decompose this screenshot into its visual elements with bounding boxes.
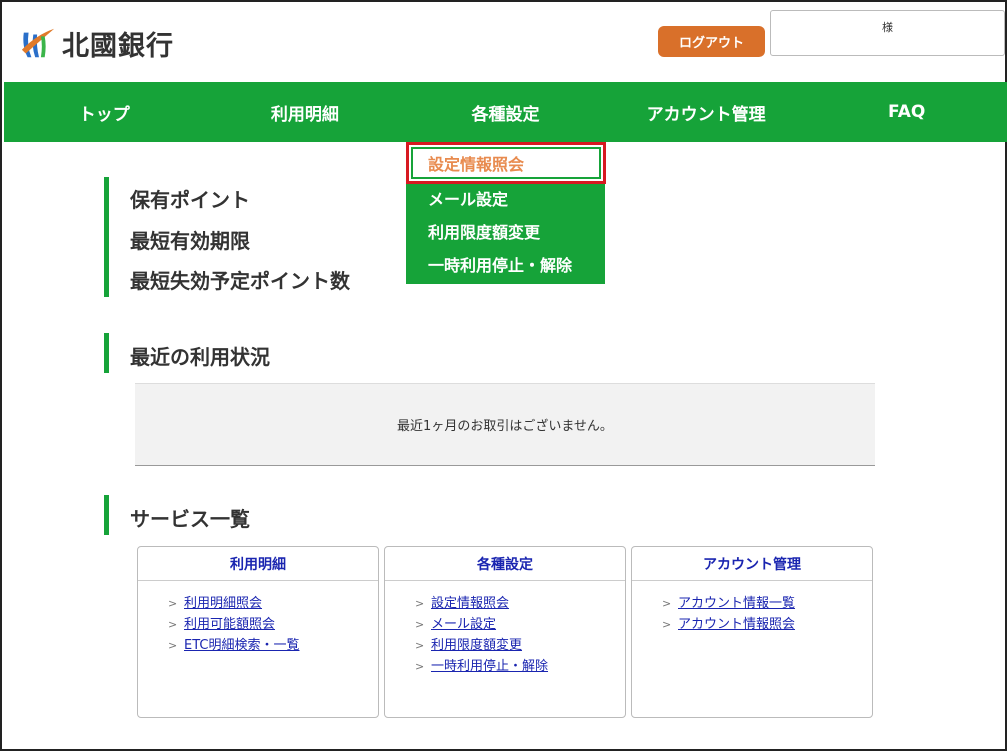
card-title: 利用明細 xyxy=(138,547,378,581)
chevron-right-icon: > xyxy=(415,618,425,631)
user-name-box: 様 xyxy=(770,10,1005,56)
chevron-right-icon: > xyxy=(662,597,672,610)
chevron-right-icon: > xyxy=(168,618,178,631)
nav-item-top[interactable]: トップ xyxy=(4,82,205,142)
dropdown-item-limit-change[interactable]: 利用限度額変更 xyxy=(406,215,605,247)
recent-usage-title: 最近の利用状況 xyxy=(130,345,270,369)
card-link-list: > 設定情報照会 > メール設定 > 利用限度額変更 > 一時利用停止・解除 xyxy=(385,581,625,677)
list-item: > アカウント情報照会 xyxy=(662,614,872,635)
card-link-list: > アカウント情報一覧 > アカウント情報照会 xyxy=(632,581,872,635)
link-settings-inquiry[interactable]: 設定情報照会 xyxy=(431,593,509,614)
chevron-right-icon: > xyxy=(168,639,178,652)
expiring-points-label: 最短失効予定ポイント数 xyxy=(130,269,350,293)
services-title: サービス一覧 xyxy=(130,507,250,531)
chevron-right-icon: > xyxy=(168,597,178,610)
recent-accent-bar xyxy=(104,333,109,373)
nav-item-settings[interactable]: 各種設定 xyxy=(405,82,606,142)
points-accent-bar xyxy=(104,177,109,297)
chevron-right-icon: > xyxy=(415,660,425,673)
dropdown-item-label: 利用限度額変更 xyxy=(428,223,541,242)
chevron-right-icon: > xyxy=(662,618,672,631)
link-account-inquiry[interactable]: アカウント情報照会 xyxy=(678,614,795,635)
service-card-settings: 各種設定 > 設定情報照会 > メール設定 > 利用限度額変更 > 一時利用停止・解除 xyxy=(384,546,626,718)
chevron-right-icon: > xyxy=(415,639,425,652)
link-account-list[interactable]: アカウント情報一覧 xyxy=(678,593,795,614)
list-item: > アカウント情報一覧 xyxy=(662,593,872,614)
held-points-label: 保有ポイント xyxy=(130,188,250,212)
list-item: > 利用明細照会 xyxy=(168,593,378,614)
dropdown-item-temporary-suspend[interactable]: 一時利用停止・解除 xyxy=(406,248,605,280)
earliest-expiry-label: 最短有効期限 xyxy=(130,229,250,253)
bank-logo[interactable]: 北國銀行 xyxy=(20,24,174,63)
page-frame: 北國銀行 ログアウト 様 トップ 利用明細 各種設定 アカウント管理 FAQ 保… xyxy=(0,0,1007,751)
dropdown-item-mail-settings[interactable]: メール設定 xyxy=(406,182,605,214)
card-title: 各種設定 xyxy=(385,547,625,581)
list-item: > 設定情報照会 xyxy=(415,593,625,614)
bank-logo-icon xyxy=(21,28,55,57)
link-etc-search[interactable]: ETC明細検索・一覧 xyxy=(184,635,299,656)
bank-name: 北國銀行 xyxy=(62,31,174,62)
dropdown-item-label: メール設定 xyxy=(428,190,509,209)
services-accent-bar xyxy=(104,495,109,535)
user-suffix: 様 xyxy=(882,21,893,34)
dropdown-item-label: 一時利用停止・解除 xyxy=(428,256,573,275)
link-statement-inquiry[interactable]: 利用明細照会 xyxy=(184,593,262,614)
link-temporary-suspend[interactable]: 一時利用停止・解除 xyxy=(431,656,548,677)
list-item: > 一時利用停止・解除 xyxy=(415,656,625,677)
nav-item-statements[interactable]: 利用明細 xyxy=(205,82,406,142)
nav-item-account[interactable]: アカウント管理 xyxy=(606,82,807,142)
chevron-right-icon: > xyxy=(415,597,425,610)
list-item: > ETC明細検索・一覧 xyxy=(168,635,378,656)
dropdown-item-label: 設定情報照会 xyxy=(428,155,525,174)
card-title: アカウント管理 xyxy=(632,547,872,581)
recent-usage-box: 最近1ヶ月のお取引はございません。 xyxy=(135,383,875,466)
list-item: > メール設定 xyxy=(415,614,625,635)
list-item: > 利用可能額照会 xyxy=(168,614,378,635)
settings-dropdown-menu: 設定情報照会 メール設定 利用限度額変更 一時利用停止・解除 xyxy=(406,142,606,284)
dropdown-item-settings-inquiry[interactable]: 設定情報照会 xyxy=(406,142,606,184)
link-limit-change[interactable]: 利用限度額変更 xyxy=(431,635,522,656)
card-link-list: > 利用明細照会 > 利用可能額照会 > ETC明細検索・一覧 xyxy=(138,581,378,656)
link-mail-settings[interactable]: メール設定 xyxy=(431,614,496,635)
nav-item-faq[interactable]: FAQ xyxy=(806,82,1007,142)
list-item: > 利用限度額変更 xyxy=(415,635,625,656)
link-available-amount[interactable]: 利用可能額照会 xyxy=(184,614,275,635)
service-card-account: アカウント管理 > アカウント情報一覧 > アカウント情報照会 xyxy=(631,546,873,718)
main-nav: トップ 利用明細 各種設定 アカウント管理 FAQ xyxy=(4,82,1007,142)
service-card-statements: 利用明細 > 利用明細照会 > 利用可能額照会 > ETC明細検索・一覧 xyxy=(137,546,379,718)
logout-button[interactable]: ログアウト xyxy=(658,26,765,57)
recent-empty-message: 最近1ヶ月のお取引はございません。 xyxy=(397,419,613,434)
